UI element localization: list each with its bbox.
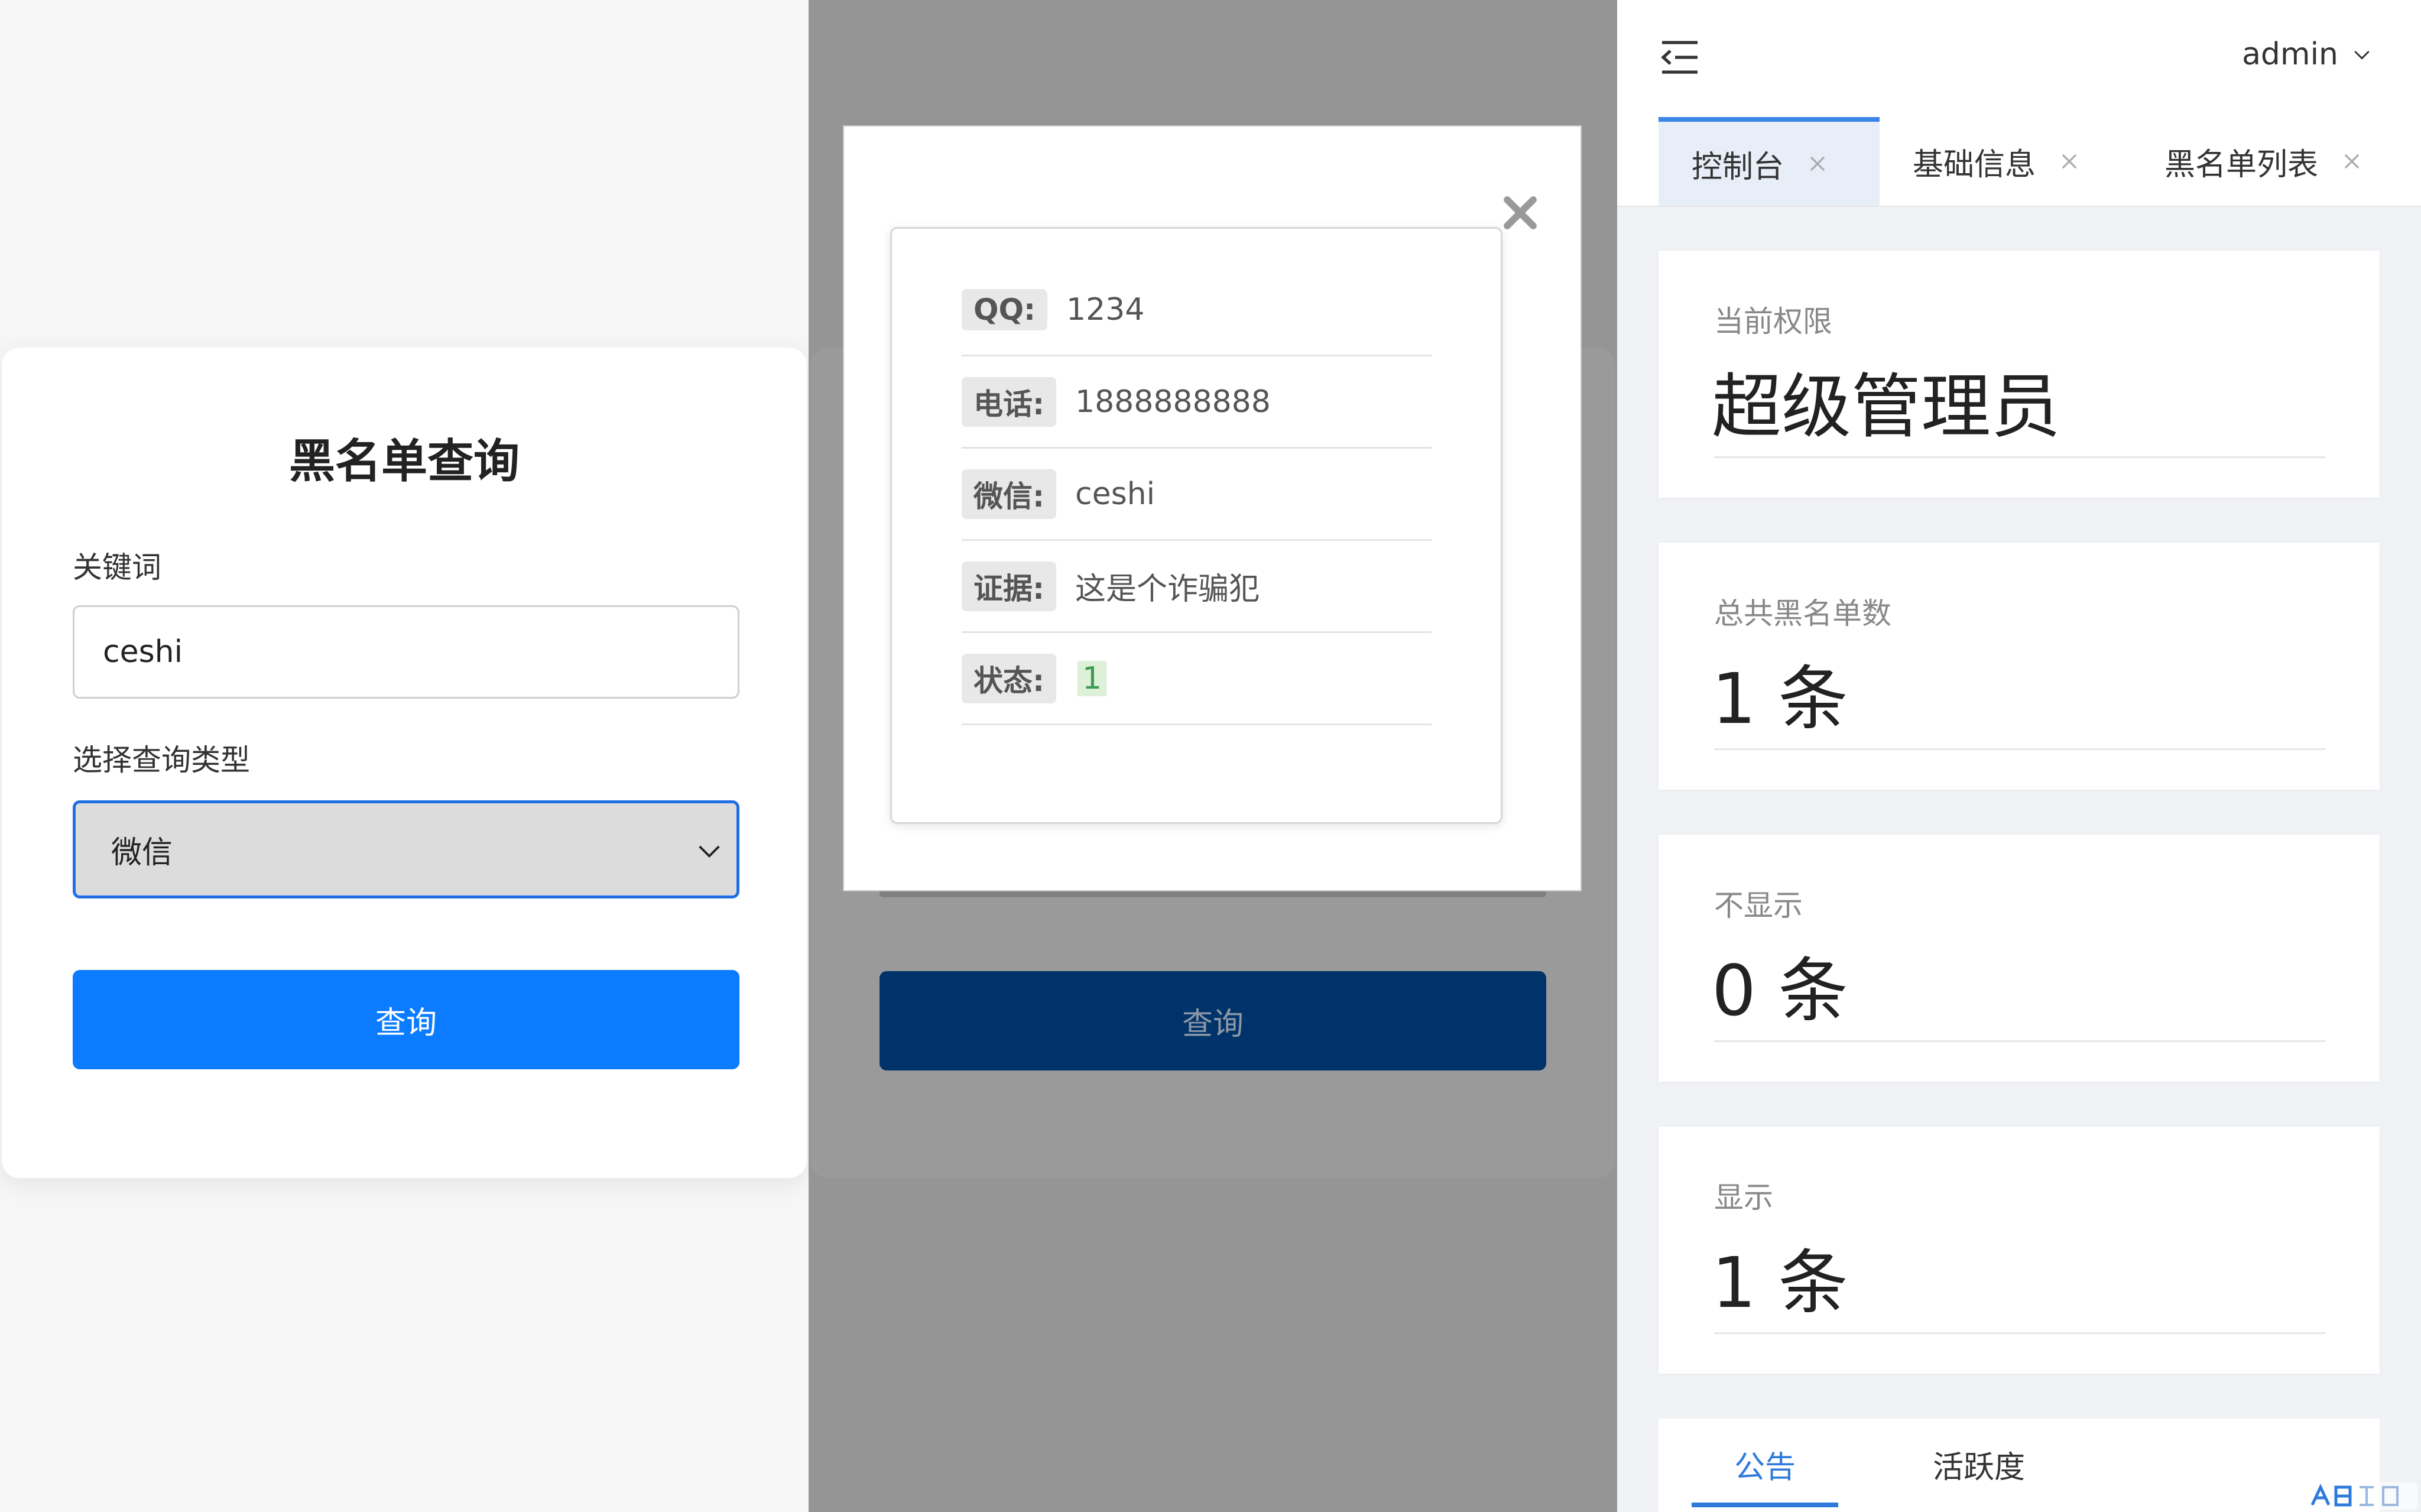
stat-card-permission: 当前权限 超级管理员 (1659, 251, 2380, 498)
stat-divider (1714, 1332, 2325, 1334)
stat-value: 1 条 (1712, 1242, 1848, 1323)
query-type-selected: 微信 (111, 835, 173, 871)
result-panel: 查询 QQ: 1234 电话: 1888888888 微信: ceshi 证据:… (809, 0, 1617, 1512)
query-type-select[interactable]: 微信 (73, 800, 739, 898)
info-row-status: 状态: 1 (962, 633, 1432, 725)
stat-card-shown: 显示 1 条 (1659, 1127, 2380, 1374)
query-panel: 黑名单查询 关键词 选择查询类型 微信 查询 (0, 0, 809, 1512)
watermark-logo (2305, 1482, 2417, 1510)
admin-panel: admin 控制台 基础信息 黑名单列表 当前权限 超级管理员 总共黑名单数 1… (1617, 0, 2421, 1512)
stat-card-total: 总共黑名单数 1 条 (1659, 543, 2380, 790)
keyword-input[interactable] (73, 605, 739, 699)
menu-fold-icon[interactable] (1660, 39, 1700, 76)
info-value: 这是个诈骗犯 (1075, 572, 1260, 607)
info-row-qq: QQ: 1234 (962, 264, 1432, 356)
keyword-label: 关键词 (73, 550, 161, 585)
tab-activity[interactable]: 活跃度 (1933, 1442, 2025, 1487)
dimmed-query-button: 查询 (880, 971, 1546, 1070)
result-info-box: QQ: 1234 电话: 1888888888 微信: ceshi 证据: 这是… (890, 227, 1502, 824)
admin-tabs: 控制台 基础信息 黑名单列表 (1617, 117, 2421, 207)
stat-card-hidden: 不显示 0 条 (1659, 835, 2380, 1082)
admin-topbar: admin (1617, 0, 2421, 117)
tab-blacklist[interactable]: 黑名单列表 (2164, 117, 2363, 206)
stat-label: 不显示 (1714, 888, 1803, 923)
close-icon[interactable] (1806, 153, 1829, 175)
stat-divider (1714, 456, 2325, 458)
tab-announcement[interactable]: 公告 (1734, 1442, 1796, 1487)
info-key: QQ: (962, 288, 1048, 330)
query-button[interactable]: 查询 (73, 970, 739, 1069)
chevron-down-icon (2354, 50, 2370, 60)
info-value: 1888888888 (1075, 384, 1271, 420)
info-key: 状态: (962, 653, 1056, 703)
info-key: 证据: (962, 561, 1056, 611)
tab-dashboard[interactable]: 控制台 (1659, 117, 1880, 206)
stat-divider (1714, 748, 2325, 750)
stat-value: 1 条 (1712, 658, 1848, 739)
stat-label: 显示 (1714, 1180, 1773, 1215)
stat-value: 0 条 (1712, 950, 1848, 1031)
info-row-wechat: 微信: ceshi (962, 449, 1432, 541)
info-value: ceshi (1075, 476, 1156, 512)
status-badge: 1 (1078, 660, 1107, 696)
close-icon[interactable] (2058, 150, 2081, 173)
tab-label: 控制台 (1692, 149, 1784, 185)
info-row-phone: 电话: 1888888888 (962, 356, 1432, 449)
stat-label: 当前权限 (1714, 304, 1832, 339)
info-value: 1234 (1066, 291, 1145, 327)
close-icon[interactable] (2341, 150, 2363, 173)
info-key: 电话: (962, 377, 1056, 427)
stat-value: 超级管理员 (1712, 366, 2061, 447)
query-type-label: 选择查询类型 (73, 743, 250, 777)
user-menu[interactable]: admin (2242, 37, 2374, 72)
info-row-evidence: 证据: 这是个诈骗犯 (962, 541, 1432, 633)
tab-label: 基础信息 (1913, 147, 2036, 183)
stat-divider (1714, 1040, 2325, 1042)
chevron-down-icon (699, 845, 720, 858)
info-key: 微信: (962, 469, 1056, 519)
tab-label: 黑名单列表 (2164, 147, 2319, 183)
result-modal: QQ: 1234 电话: 1888888888 微信: ceshi 证据: 这是… (843, 125, 1582, 891)
active-tab-underline (1692, 1503, 1838, 1507)
tab-basic-info[interactable]: 基础信息 (1913, 117, 2081, 206)
query-card: 黑名单查询 关键词 选择查询类型 微信 查询 (2, 348, 807, 1178)
query-title: 黑名单查询 (288, 435, 520, 488)
bottom-tabs: 公告 活跃度 (1659, 1419, 2380, 1512)
stat-label: 总共黑名单数 (1714, 596, 1891, 631)
username: admin (2242, 37, 2338, 72)
